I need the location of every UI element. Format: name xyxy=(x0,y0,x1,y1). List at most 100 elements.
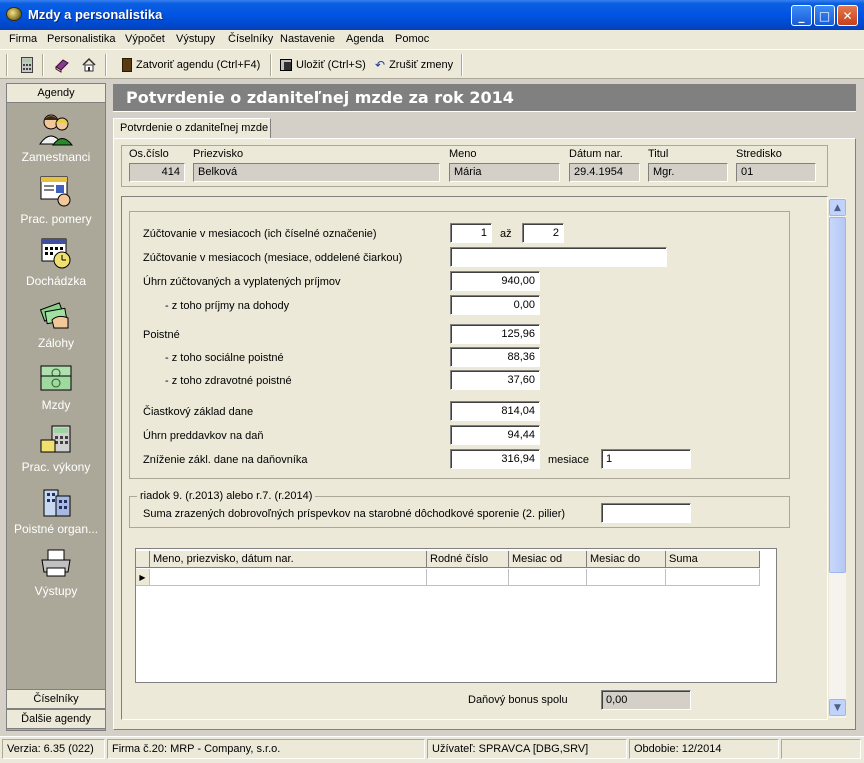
grid-cell-name[interactable] xyxy=(150,569,427,586)
sidebar-footer-ciselniky[interactable]: Číselníky xyxy=(6,689,106,709)
employee-number-label: Os.číslo xyxy=(129,148,169,160)
row-pointer-icon: ▶ xyxy=(136,569,150,586)
floppy-icon xyxy=(280,59,292,71)
sidebar-item-vystupy[interactable]: Výstupy xyxy=(6,546,106,598)
advances-icon xyxy=(38,298,74,332)
home-icon[interactable] xyxy=(80,56,98,74)
income-input[interactable]: 940,00 xyxy=(450,271,540,291)
employees-icon xyxy=(38,112,74,146)
reduction-label: Zníženie zákl. dane na daňovníka xyxy=(143,454,308,466)
sidebar-item-zalohy[interactable]: Zálohy xyxy=(6,298,106,350)
income-agreements-input[interactable]: 0,00 xyxy=(450,295,540,315)
sidebar-item-label: Poistné organ... xyxy=(13,522,99,536)
reduction-input[interactable]: 316,94 xyxy=(450,449,540,469)
income-label: Úhrn zúčtovaných a vyplatených príjmov xyxy=(143,276,341,288)
toolbar-grip xyxy=(6,54,8,76)
menu-vystupy[interactable]: Výstupy xyxy=(176,33,215,45)
months-to-input[interactable]: 2 xyxy=(522,223,564,243)
grid-col-name[interactable]: Meno, priezvisko, dátum nar. xyxy=(150,551,427,568)
scroll-down-button[interactable]: ▼ xyxy=(829,699,846,716)
employee-birth-label: Dátum nar. xyxy=(569,148,623,160)
grid-cell-birth-number[interactable] xyxy=(427,569,509,586)
close-button[interactable]: ✕ xyxy=(837,5,858,26)
scroll-up-button[interactable]: ▲ xyxy=(829,199,846,216)
save-label: Uložiť (Ctrl+S) xyxy=(296,59,366,71)
advances-label: Úhrn preddavkov na daň xyxy=(143,430,264,442)
sidebar-item-mzdy[interactable]: Mzdy xyxy=(6,360,106,412)
undo-icon: ↶ xyxy=(375,58,386,72)
sidebar-item-label: Výstupy xyxy=(34,584,78,598)
window-title: Mzdy a personalistika xyxy=(28,7,163,22)
sidebar-item-dochadzka[interactable]: Dochádzka xyxy=(6,236,106,288)
employee-name-label: Meno xyxy=(449,148,477,160)
cancel-changes-label: Zrušiť zmeny xyxy=(389,59,454,71)
save-button[interactable]: Uložiť (Ctrl+S) xyxy=(280,55,366,75)
months-list-input[interactable] xyxy=(450,247,667,267)
books-icon[interactable] xyxy=(53,56,71,74)
social-insurance-input[interactable]: 88,36 xyxy=(450,347,540,367)
menu-ciselniky[interactable]: Číselníky xyxy=(228,33,273,45)
advances-input[interactable]: 94,44 xyxy=(450,425,540,445)
status-version: Verzia: 6.35 (022) xyxy=(2,739,105,759)
app-icon[interactable] xyxy=(6,7,22,21)
grid-col-birth-number[interactable]: Rodné číslo xyxy=(427,551,509,568)
title-bar[interactable]: Mzdy a personalistika _ □ ✕ xyxy=(0,0,864,30)
grid-cell-month-to[interactable] xyxy=(587,569,666,586)
pension-legend: riadok 9. (r.2013) alebo r.7. (r.2014) xyxy=(137,490,316,502)
cancel-changes-button[interactable]: ↶ Zrušiť zmeny xyxy=(375,55,453,75)
sidebar-item-poistne-organ[interactable]: Poistné organ... xyxy=(6,484,106,536)
menu-agenda[interactable]: Agenda xyxy=(346,33,384,45)
health-insurance-label: - z toho zdravotné poistné xyxy=(165,375,292,387)
health-insurance-input[interactable]: 37,60 xyxy=(450,370,540,390)
grid-cell-sum[interactable] xyxy=(666,569,760,586)
wages-icon xyxy=(38,360,74,394)
toolbar: Zatvoriť agendu (Ctrl+F4) Uložiť (Ctrl+S… xyxy=(0,49,864,79)
insurance-label: Poistné xyxy=(143,329,180,341)
months-list-label: Zúčtovanie v mesiacoch (mesiace, oddelen… xyxy=(143,252,403,264)
income-agreements-label: - z toho príjmy na dohody xyxy=(165,300,290,312)
grid-col-sum[interactable]: Suma xyxy=(666,551,760,568)
tax-base-input[interactable]: 814,04 xyxy=(450,401,540,421)
status-company: Firma č.20: MRP - Company, s.r.o. xyxy=(107,739,425,759)
sidebar-footer-dalsie-agendy[interactable]: Ďalšie agendy xyxy=(6,709,106,729)
minimize-button[interactable]: _ xyxy=(791,5,812,26)
sidebar-item-prac-pomery[interactable]: Prac. pomery xyxy=(6,174,106,226)
scroll-thumb[interactable] xyxy=(829,217,846,573)
bonus-field: 0,00 xyxy=(601,690,691,710)
employee-name-field: Mária xyxy=(449,163,560,182)
grid-col-month-to[interactable]: Mesiac do xyxy=(587,551,666,568)
insurance-input[interactable]: 125,96 xyxy=(450,324,540,344)
sidebar-item-label: Mzdy xyxy=(41,398,71,412)
tab-potvrdenie[interactable]: Potvrdenie o zdaniteľnej mzde xyxy=(113,118,271,138)
menu-personalistika[interactable]: Personalistika xyxy=(47,33,115,45)
sidebar-item-label: Prac. pomery xyxy=(20,212,92,226)
menu-vypocet[interactable]: Výpočet xyxy=(125,33,165,45)
work-output-icon xyxy=(38,422,74,456)
close-agenda-button[interactable]: Zatvoriť agendu (Ctrl+F4) xyxy=(122,55,260,75)
employee-birth-field: 29.4.1954 xyxy=(569,163,640,182)
grid-cell-month-from[interactable] xyxy=(509,569,587,586)
bonus-label: Daňový bonus spolu xyxy=(468,694,568,706)
sidebar-header[interactable]: Agendy xyxy=(6,83,106,103)
status-period: Obdobie: 12/2014 xyxy=(629,739,779,759)
reduction-months-input[interactable]: 1 xyxy=(601,449,691,469)
employee-surname-label: Priezvisko xyxy=(193,148,244,160)
sidebar-item-label: Prac. výkony xyxy=(21,460,91,474)
sidebar-item-zamestnanci[interactable]: Zamestnanci xyxy=(6,112,106,164)
menu-nastavenie[interactable]: Nastavenie xyxy=(280,33,335,45)
calculator-icon[interactable] xyxy=(18,56,36,74)
maximize-button[interactable]: □ xyxy=(814,5,835,26)
attendance-icon xyxy=(38,236,74,270)
pension-input[interactable] xyxy=(601,503,691,523)
door-icon xyxy=(122,58,132,72)
social-insurance-label: - z toho sociálne poistné xyxy=(165,352,284,364)
insurance-org-icon xyxy=(38,484,74,518)
outputs-icon xyxy=(38,546,74,580)
sidebar-item-prac-vykony[interactable]: Prac. výkony xyxy=(6,422,106,474)
work-relations-icon xyxy=(38,174,74,208)
grid-col-month-from[interactable]: Mesiac od xyxy=(509,551,587,568)
employee-title-label: Titul xyxy=(648,148,669,160)
menu-pomoc[interactable]: Pomoc xyxy=(395,33,429,45)
menu-firma[interactable]: Firma xyxy=(9,33,37,45)
months-from-input[interactable]: 1 xyxy=(450,223,492,243)
